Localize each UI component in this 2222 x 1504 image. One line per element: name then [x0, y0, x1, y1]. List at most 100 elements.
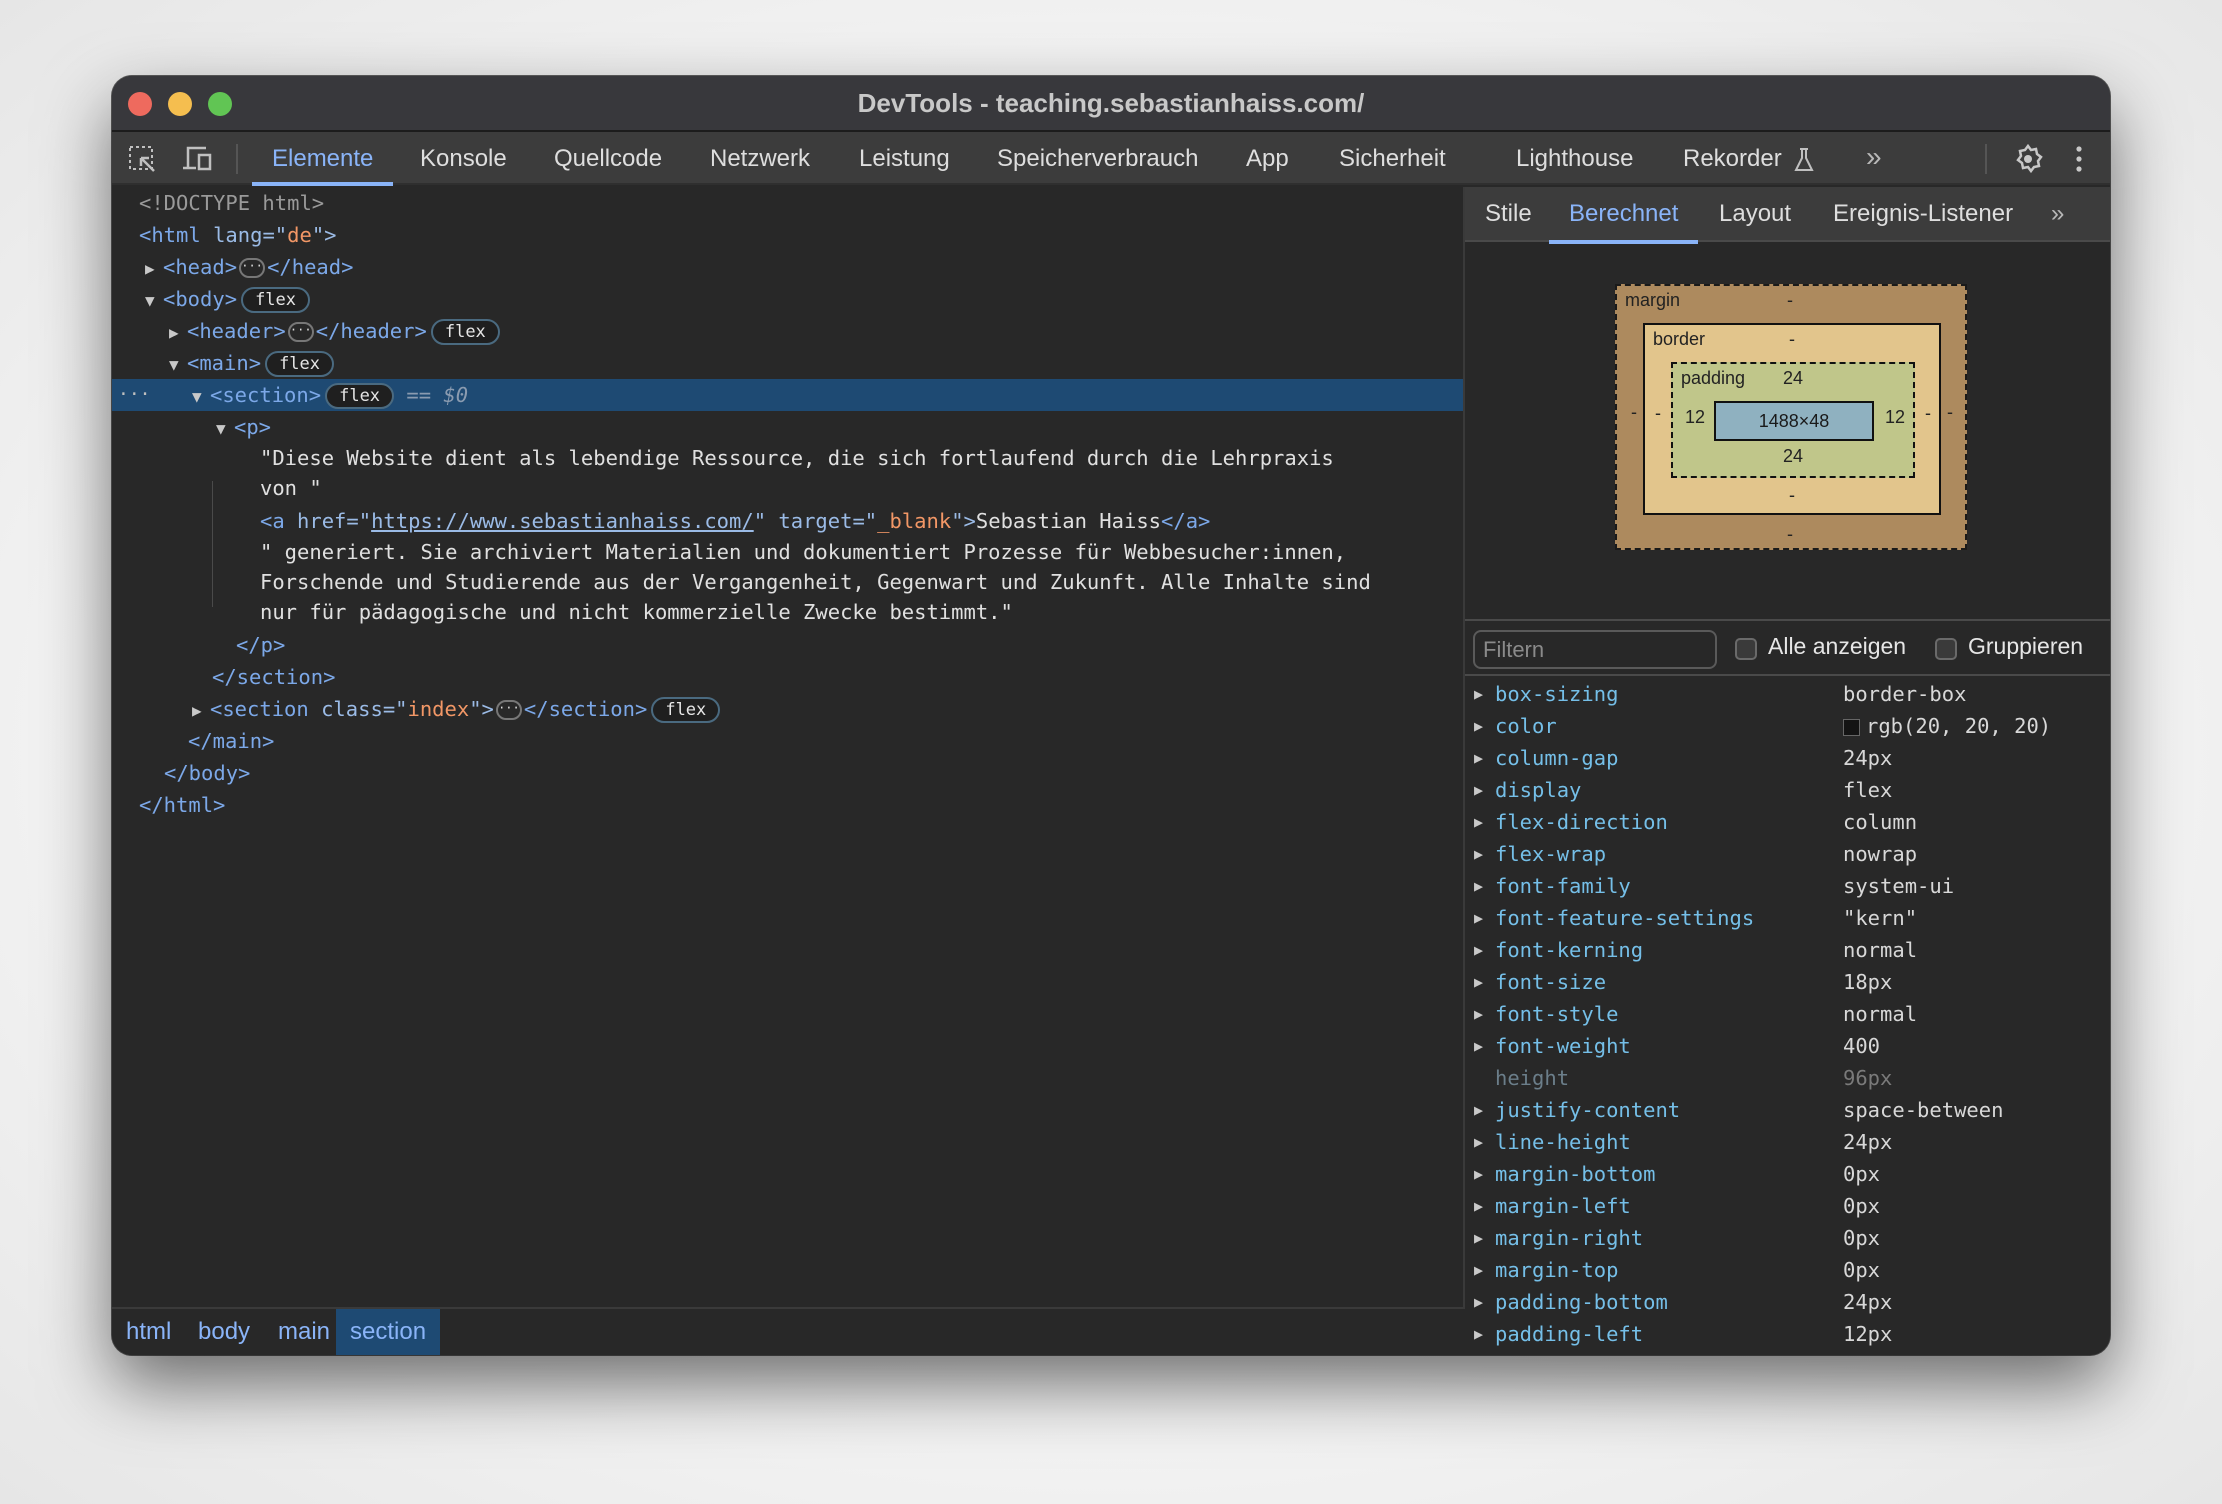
- flex-badge[interactable]: flex: [430, 319, 500, 345]
- tab-konsole[interactable]: Konsole: [420, 132, 507, 185]
- expand-triangle-icon[interactable]: ▶: [1474, 1286, 1483, 1318]
- dom-node-section-selected[interactable]: ··· ▼ <section> flex == $0: [112, 379, 1463, 411]
- padding-right-value[interactable]: 12: [1885, 407, 1905, 428]
- more-sidebar-tabs-chevron-icon[interactable]: »: [2051, 187, 2064, 242]
- computed-property-row[interactable]: ▶ flex-wrap nowrap: [1465, 838, 2110, 870]
- computed-property-row[interactable]: ▶ color rgb(20, 20, 20): [1465, 710, 2110, 742]
- computed-property-row[interactable]: ▶ margin-left 0px: [1465, 1190, 2110, 1222]
- show-all-checkbox[interactable]: [1735, 638, 1757, 660]
- filter-input[interactable]: [1473, 630, 1717, 669]
- padding-bottom-value[interactable]: 24: [1783, 446, 1803, 467]
- border-bottom-value[interactable]: -: [1789, 485, 1795, 506]
- border-top-value[interactable]: -: [1789, 329, 1795, 350]
- breadcrumb-main[interactable]: main: [264, 1309, 344, 1355]
- expand-triangle-icon[interactable]: ▶: [1474, 774, 1483, 806]
- dom-text-node[interactable]: von ": [112, 473, 1463, 503]
- show-all-label[interactable]: Alle anzeigen: [1768, 633, 1906, 660]
- settings-gear-icon[interactable]: [2012, 143, 2043, 174]
- dom-node-header[interactable]: ▶ <header> ··· </header> flex: [112, 315, 1463, 347]
- tab-rekorder[interactable]: Rekorder: [1683, 132, 1815, 185]
- margin-left-value[interactable]: -: [1631, 402, 1637, 423]
- padding-left-value[interactable]: 12: [1685, 407, 1705, 428]
- expand-triangle-icon[interactable]: ▶: [1474, 998, 1483, 1030]
- device-toolbar-icon[interactable]: [182, 145, 212, 173]
- padding-top-value[interactable]: 24: [1783, 368, 1803, 389]
- collapsed-ellipsis-button[interactable]: ···: [495, 700, 522, 720]
- computed-property-row[interactable]: ▶ font-weight 400: [1465, 1030, 2110, 1062]
- margin-bottom-value[interactable]: -: [1787, 524, 1793, 545]
- computed-property-row[interactable]: ▶ line-height 24px: [1465, 1126, 2110, 1158]
- tab-app[interactable]: App: [1246, 132, 1289, 185]
- tab-stile[interactable]: Stile: [1485, 187, 1532, 242]
- computed-property-row[interactable]: ▶ font-size 18px: [1465, 966, 2110, 998]
- flex-badge[interactable]: flex: [265, 351, 335, 377]
- flex-badge[interactable]: flex: [651, 697, 721, 723]
- expand-triangle-icon[interactable]: ▶: [192, 695, 210, 727]
- flex-badge[interactable]: flex: [325, 383, 395, 409]
- computed-property-row[interactable]: ▶ margin-bottom 0px: [1465, 1158, 2110, 1190]
- expand-triangle-icon[interactable]: ▶: [1474, 1254, 1483, 1286]
- computed-property-row[interactable]: ▶ margin-right 0px: [1465, 1222, 2110, 1254]
- expand-triangle-icon[interactable]: ▶: [1474, 966, 1483, 998]
- computed-property-row[interactable]: ▶ font-style normal: [1465, 998, 2110, 1030]
- expand-triangle-icon[interactable]: ▶: [1474, 1126, 1483, 1158]
- tab-quellcode[interactable]: Quellcode: [554, 132, 662, 185]
- margin-right-value[interactable]: -: [1947, 402, 1953, 423]
- expand-triangle-icon[interactable]: ▶: [1474, 934, 1483, 966]
- computed-property-row[interactable]: ▶ padding-left 12px: [1465, 1318, 2110, 1350]
- computed-property-row[interactable]: ▶ font-kerning normal: [1465, 934, 2110, 966]
- expand-triangle-icon[interactable]: ▶: [1474, 1222, 1483, 1254]
- expand-triangle-icon[interactable]: ▶: [1474, 1318, 1483, 1350]
- dom-node-body[interactable]: ▼ <body> flex: [112, 283, 1463, 315]
- computed-property-row[interactable]: ▶ font-feature-settings "kern": [1465, 902, 2110, 934]
- tab-sicherheit[interactable]: Sicherheit: [1339, 132, 1446, 185]
- collapse-triangle-icon[interactable]: ▼: [216, 413, 234, 445]
- href-link[interactable]: https://www.sebastianhaiss.com/: [371, 509, 754, 533]
- computed-property-row[interactable]: ▶ justify-content space-between: [1465, 1094, 2110, 1126]
- expand-triangle-icon[interactable]: ▶: [169, 317, 187, 349]
- row-menu-icon[interactable]: ···: [118, 379, 151, 411]
- expand-triangle-icon[interactable]: ▶: [1474, 742, 1483, 774]
- more-tabs-chevron-icon[interactable]: »: [1866, 132, 1882, 185]
- collapse-triangle-icon[interactable]: ▼: [145, 285, 163, 317]
- computed-property-row[interactable]: ▶ column-gap 24px: [1465, 742, 2110, 774]
- computed-property-row[interactable]: ▶ display flex: [1465, 774, 2110, 806]
- expand-triangle-icon[interactable]: ▶: [145, 253, 163, 285]
- collapsed-ellipsis-button[interactable]: ···: [287, 322, 314, 342]
- collapsed-ellipsis-button[interactable]: ···: [239, 258, 266, 278]
- computed-property-row[interactable]: ▶ margin-top 0px: [1465, 1254, 2110, 1286]
- border-right-value[interactable]: -: [1925, 403, 1931, 424]
- dom-text-node[interactable]: " generiert. Sie archiviert Materialien …: [112, 537, 1463, 567]
- dom-text-node[interactable]: Forschende und Studierende aus der Verga…: [112, 567, 1463, 597]
- dom-node-body-close[interactable]: </body>: [112, 757, 1463, 789]
- dom-text-node[interactable]: "Diese Website dient als lebendige Resso…: [112, 443, 1463, 473]
- computed-property-row[interactable]: height 96px: [1465, 1062, 2110, 1094]
- breadcrumb-body[interactable]: body: [184, 1309, 264, 1355]
- dom-text-node[interactable]: nur für pädagogische und nicht kommerzie…: [112, 597, 1463, 627]
- more-options-kebab-icon[interactable]: [2072, 145, 2102, 173]
- computed-property-row[interactable]: ▶ padding-bottom 24px: [1465, 1286, 2110, 1318]
- dom-node-main-close[interactable]: </main>: [112, 725, 1463, 757]
- collapse-triangle-icon[interactable]: ▼: [192, 381, 210, 413]
- dom-node-doctype[interactable]: <!DOCTYPE html>: [112, 187, 1463, 219]
- tab-berechnet[interactable]: Berechnet: [1548, 187, 1699, 244]
- group-label[interactable]: Gruppieren: [1968, 633, 2083, 660]
- dom-node-html-close[interactable]: </html>: [112, 789, 1463, 821]
- expand-triangle-icon[interactable]: ▶: [1474, 806, 1483, 838]
- expand-triangle-icon[interactable]: ▶: [1474, 902, 1483, 934]
- expand-triangle-icon[interactable]: ▶: [1474, 1158, 1483, 1190]
- expand-triangle-icon[interactable]: ▶: [1474, 710, 1483, 742]
- tab-ereignis-listener[interactable]: Ereignis-Listener: [1833, 187, 2013, 242]
- tab-leistung[interactable]: Leistung: [859, 132, 950, 185]
- expand-triangle-icon[interactable]: ▶: [1474, 1030, 1483, 1062]
- tab-elemente[interactable]: Elemente: [251, 132, 394, 186]
- dom-node-p-close[interactable]: </p>: [112, 629, 1463, 661]
- breadcrumb-html[interactable]: html: [112, 1309, 185, 1355]
- computed-property-row[interactable]: ▶ padding-right 12px: [1465, 1350, 2110, 1355]
- group-checkbox[interactable]: [1935, 638, 1957, 660]
- expand-triangle-icon[interactable]: ▶: [1474, 1094, 1483, 1126]
- expand-triangle-icon[interactable]: ▶: [1474, 1190, 1483, 1222]
- inspect-element-icon[interactable]: [128, 145, 158, 173]
- breadcrumb-section[interactable]: section: [336, 1309, 441, 1355]
- tab-netzwerk[interactable]: Netzwerk: [710, 132, 810, 185]
